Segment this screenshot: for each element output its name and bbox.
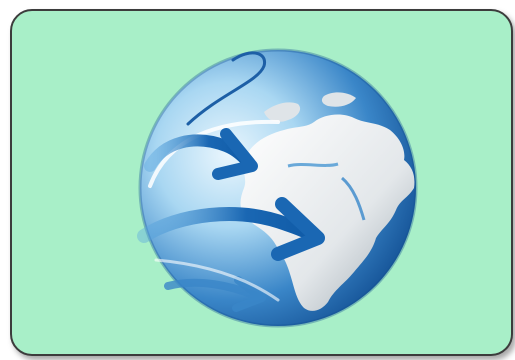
globe-with-arrows-icon (137, 48, 418, 328)
icon-canvas (0, 0, 515, 360)
